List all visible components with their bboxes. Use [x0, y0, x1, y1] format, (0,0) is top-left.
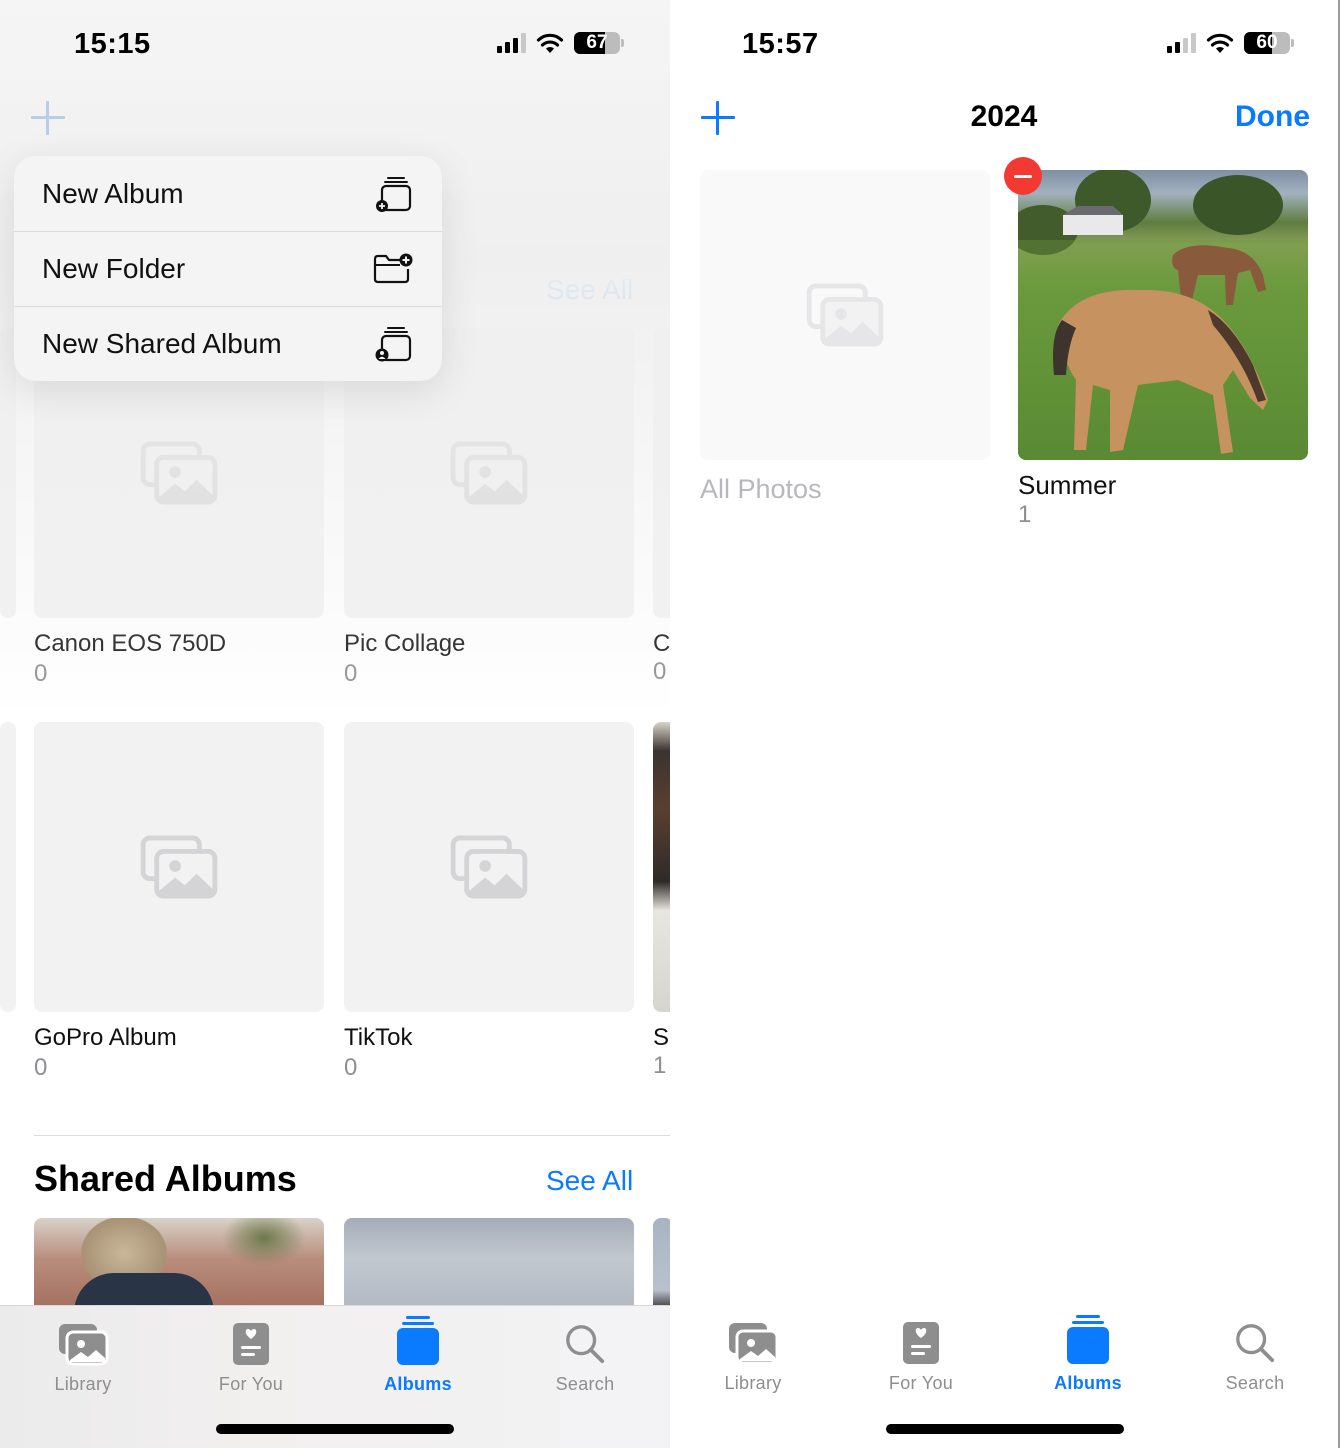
- tab-albums[interactable]: Albums: [353, 1314, 483, 1395]
- album-tile-all-photos[interactable]: All Photos: [700, 170, 990, 505]
- partial-album-name: S: [653, 1024, 670, 1051]
- tab-label: Search: [555, 1374, 615, 1394]
- album-thumbnail[interactable]: [34, 722, 324, 1012]
- delete-album-button[interactable]: [1004, 157, 1042, 195]
- cellular-signal-icon: [1167, 33, 1196, 53]
- wifi-icon: [536, 33, 564, 53]
- partial-album-count: 0: [653, 658, 667, 685]
- photo-placeholder-icon: [140, 835, 218, 899]
- partial-album-tile[interactable]: [653, 722, 670, 1012]
- shared-album-thumbnail[interactable]: [34, 1218, 324, 1308]
- home-indicator[interactable]: [216, 1424, 454, 1434]
- cellular-signal-icon: [497, 33, 526, 53]
- partial-album-tile[interactable]: [653, 328, 670, 618]
- right-screen: 15:57 60 2024 Done All Photos Summer 1 L…: [670, 0, 1338, 1448]
- photo-placeholder-icon: [450, 441, 528, 505]
- battery-percentage: 67: [586, 32, 608, 53]
- albums-icon: [396, 1316, 440, 1366]
- new-shared-album-icon: [375, 327, 412, 362]
- photo-placeholder-icon: [806, 283, 884, 347]
- album-count: 1: [1018, 501, 1032, 528]
- tab-search[interactable]: Search: [1190, 1313, 1320, 1394]
- album-count: 0: [344, 660, 358, 687]
- library-icon: [727, 1321, 779, 1365]
- tab-label: Library: [724, 1373, 782, 1393]
- album-tile[interactable]: TikTok 0: [344, 722, 634, 1082]
- status-bar: 15:15 67: [0, 26, 670, 62]
- section-divider: [34, 1135, 670, 1136]
- home-indicator[interactable]: [886, 1424, 1124, 1434]
- tab-for-you[interactable]: For You: [186, 1314, 316, 1395]
- photo-placeholder-icon: [450, 835, 528, 899]
- done-button[interactable]: Done: [1235, 100, 1310, 134]
- album-count: 0: [34, 1054, 48, 1081]
- album-name: Summer: [1018, 470, 1117, 500]
- tab-label: Library: [54, 1374, 112, 1394]
- battery-icon: 67: [574, 32, 620, 54]
- tab-library[interactable]: Library: [18, 1314, 148, 1395]
- wifi-icon: [1206, 33, 1234, 53]
- battery-icon: 60: [1244, 32, 1290, 54]
- search-icon: [1234, 1321, 1276, 1365]
- album-tile[interactable]: Canon EOS 750D 0: [34, 328, 324, 688]
- library-icon: [57, 1322, 109, 1366]
- partial-album-tile[interactable]: [0, 722, 16, 1012]
- tab-label: Albums: [1054, 1373, 1122, 1393]
- add-menu: New Album New Folder New Shared Album: [14, 156, 442, 381]
- shared-album-thumbnail[interactable]: [344, 1218, 634, 1308]
- for-you-icon: [902, 1321, 940, 1365]
- menu-item-new-folder[interactable]: New Folder: [14, 231, 442, 306]
- menu-item-new-shared-album[interactable]: New Shared Album: [14, 306, 442, 381]
- album-thumbnail[interactable]: [700, 170, 990, 460]
- tab-albums[interactable]: Albums: [1023, 1313, 1153, 1394]
- partial-album-name: C: [653, 630, 670, 657]
- photo-placeholder-icon: [140, 441, 218, 505]
- photo-detail: [74, 1273, 214, 1308]
- album-count: 0: [34, 660, 48, 687]
- shared-albums-title: Shared Albums: [34, 1158, 297, 1199]
- album-count: 0: [344, 1054, 358, 1081]
- menu-item-label: New Album: [42, 177, 184, 209]
- album-name: Pic Collage: [344, 630, 466, 657]
- tab-label: For You: [888, 1373, 954, 1393]
- tab-label: Albums: [384, 1374, 452, 1394]
- album-tile-summer[interactable]: Summer 1: [1018, 170, 1308, 529]
- battery-percentage: 60: [1256, 32, 1278, 53]
- left-screen: See All Canon EOS 750D 0 Pic Collage 0 C…: [0, 0, 670, 1448]
- for-you-icon: [232, 1322, 270, 1366]
- album-name: All Photos: [700, 474, 822, 504]
- tab-search[interactable]: Search: [520, 1314, 650, 1395]
- new-folder-icon: [373, 253, 413, 284]
- partial-shared-album-thumbnail[interactable]: [653, 1218, 670, 1308]
- status-time: 15:15: [74, 28, 151, 60]
- album-thumbnail[interactable]: [1018, 170, 1308, 460]
- menu-item-label: New Folder: [42, 253, 186, 284]
- status-bar: 15:57 60: [670, 26, 1338, 62]
- shared-albums-see-all-button[interactable]: See All: [546, 1165, 633, 1197]
- album-thumbnail[interactable]: [344, 722, 634, 1012]
- partial-album-count: 1: [653, 1052, 667, 1079]
- add-button[interactable]: [31, 101, 65, 135]
- album-tile[interactable]: GoPro Album 0: [34, 722, 324, 1082]
- album-name: TikTok: [344, 1024, 413, 1051]
- tab-for-you[interactable]: For You: [856, 1313, 986, 1394]
- tab-label: For You: [218, 1374, 284, 1394]
- menu-item-new-album[interactable]: New Album: [14, 156, 442, 231]
- album-tile[interactable]: Pic Collage 0: [344, 328, 634, 688]
- my-albums-see-all-button[interactable]: See All: [546, 274, 633, 306]
- album-name: GoPro Album: [34, 1024, 177, 1051]
- tab-library[interactable]: Library: [688, 1313, 818, 1394]
- new-album-icon: [376, 176, 412, 212]
- search-icon: [564, 1322, 606, 1366]
- album-name: Canon EOS 750D: [34, 630, 227, 657]
- menu-item-label: New Shared Album: [42, 328, 282, 359]
- horse-photo: [1018, 170, 1308, 460]
- status-time: 15:57: [742, 28, 819, 60]
- tab-label: Search: [1225, 1373, 1285, 1393]
- albums-icon: [1066, 1315, 1110, 1365]
